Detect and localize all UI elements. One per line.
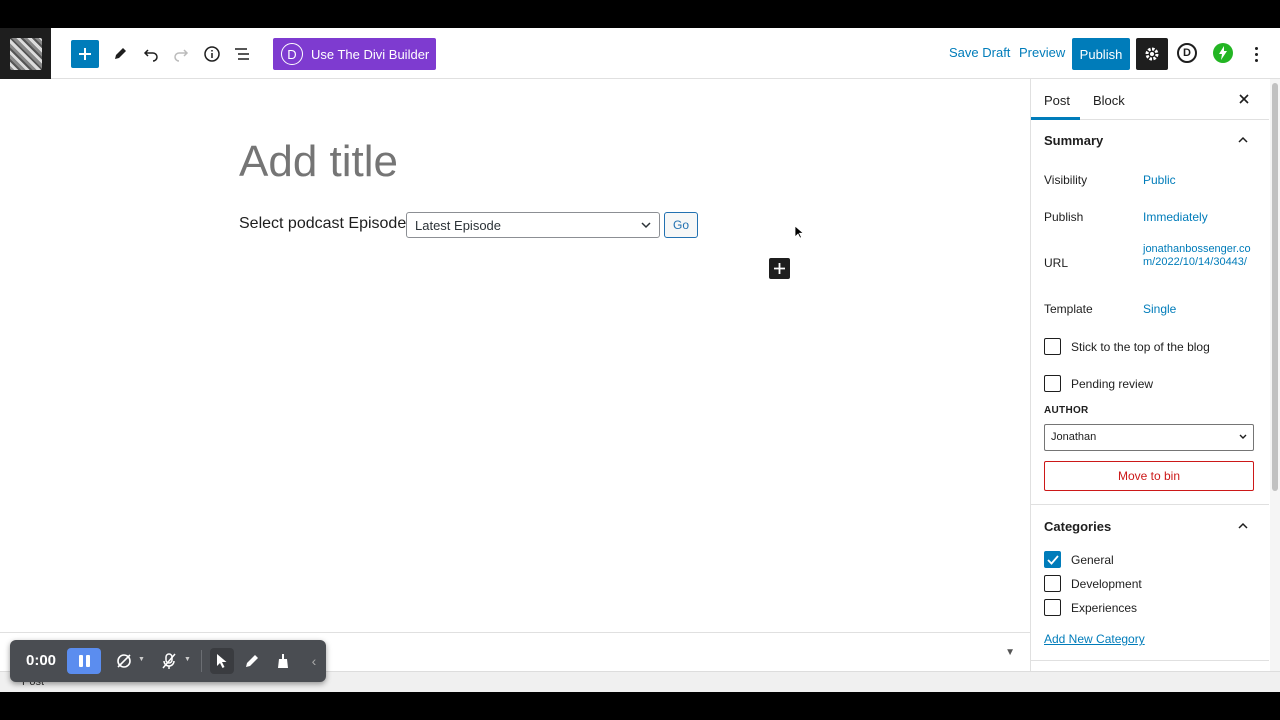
collapse-chevron-icon[interactable]: ‹ [304,651,324,671]
list-view-icon [235,48,249,60]
add-block-button[interactable] [71,40,99,68]
undo-button[interactable] [137,40,165,68]
category-development-checkbox[interactable] [1044,575,1061,592]
sidebar-tabs: Post Block [1031,79,1269,120]
category-general-label: General [1071,553,1114,567]
site-logo[interactable] [0,28,51,79]
pen-tool-icon[interactable] [242,651,262,671]
caret-down-icon[interactable]: ▼ [1005,647,1015,658]
plus-icon [774,263,785,274]
divi-logo-icon: D [281,43,303,65]
category-general-checkbox[interactable] [1044,551,1061,568]
category-development-label: Development [1071,577,1142,591]
chevron-down-icon [641,222,651,229]
mic-off-icon[interactable] [159,651,179,671]
category-experiences-label: Experiences [1071,601,1138,615]
pending-review-label: Pending review [1071,377,1154,391]
chevron-up-icon[interactable] [1237,520,1249,532]
pending-review-checkbox[interactable] [1044,375,1061,392]
chevron-down-icon [1239,434,1247,439]
details-button[interactable] [198,40,226,68]
settings-button[interactable] [1136,38,1168,70]
close-icon [1239,94,1249,104]
author-select-value: Jonathan [1051,431,1097,443]
camera-off-icon[interactable] [114,651,134,671]
site-icon [9,37,42,70]
divi-d-icon[interactable]: D [1177,43,1197,63]
url-label: URL [1044,256,1069,270]
gear-icon [1145,47,1159,61]
publish-button[interactable]: Publish [1072,38,1130,70]
mouse-cursor-icon [794,225,804,239]
undo-icon [143,49,158,62]
chevron-up-icon[interactable] [1237,134,1249,146]
sticky-label: Stick to the top of the blog [1071,340,1210,354]
visibility-label: Visibility [1044,173,1088,187]
panel-divider [1031,660,1269,661]
divi-builder-button[interactable]: D Use The Divi Builder [273,38,436,70]
publish-date-value[interactable]: Immediately [1143,210,1208,224]
post-title-input[interactable]: Add title [239,137,398,187]
publish-label: Publish [1044,210,1084,224]
mic-dropdown-icon[interactable]: ▼ [184,656,191,663]
category-experiences-checkbox[interactable] [1044,599,1061,616]
editor-canvas: Add title Select podcast Episode Latest … [0,79,1030,632]
add-new-category-link[interactable]: Add New Category [1044,632,1145,646]
pointer-tool-icon[interactable] [212,651,232,671]
move-to-bin-button[interactable]: Move to bin [1044,461,1254,491]
camera-dropdown-icon[interactable]: ▼ [138,656,145,663]
sidebar-scrollbar[interactable] [1270,79,1280,671]
eraser-tool-icon[interactable] [273,651,293,671]
author-heading: AUTHOR [1044,405,1089,416]
info-icon [204,46,220,62]
go-button[interactable]: Go [664,212,698,238]
tools-button[interactable] [106,40,134,68]
editor-toolbar: D Use The Divi Builder Save Draft Previe… [0,28,1280,79]
panel-divider [1031,504,1269,505]
list-view-button[interactable] [228,40,256,68]
sticky-checkbox[interactable] [1044,338,1061,355]
more-options-icon[interactable] [1248,42,1264,66]
template-label: Template [1044,302,1093,316]
screen-recorder-toolbar: 0:00 ▼ ▼ ‹ [10,640,326,682]
lightning-icon[interactable] [1213,43,1233,63]
tab-post[interactable]: Post [1044,93,1070,108]
url-value[interactable]: jonathanbossenger.com/2022/10/14/30443/ [1143,243,1255,269]
checkmark-icon [1046,554,1059,565]
tab-block[interactable]: Block [1093,93,1125,108]
save-draft-button[interactable]: Save Draft [949,45,1010,60]
categories-panel-heading[interactable]: Categories [1044,519,1111,534]
preview-button[interactable]: Preview [1019,45,1065,60]
plus-icon [79,48,91,60]
toolbar-separator [201,650,202,672]
pause-button[interactable] [67,648,101,674]
author-select[interactable]: Jonathan [1044,424,1254,451]
pencil-icon [115,48,126,59]
template-value[interactable]: Single [1143,302,1176,316]
summary-panel-heading[interactable]: Summary [1044,133,1103,148]
active-tab-indicator [1031,117,1080,120]
recording-timer: 0:00 [26,652,57,669]
redo-button[interactable] [167,40,195,68]
scrollbar-thumb[interactable] [1272,83,1278,491]
visibility-value[interactable]: Public [1143,173,1176,187]
redo-icon [174,49,189,62]
settings-sidebar: Post Block Summary Visibility Public Pub… [1030,79,1269,671]
divi-builder-label: Use The Divi Builder [311,46,430,62]
editor-window: D Use The Divi Builder Save Draft Previe… [0,28,1280,692]
episode-select-value: Latest Episode [415,218,502,233]
podcast-episode-label: Select podcast Episode [239,215,407,232]
block-inserter-button[interactable] [769,258,790,279]
episode-select[interactable]: Latest Episode [406,212,660,238]
close-sidebar-button[interactable] [1236,91,1252,107]
